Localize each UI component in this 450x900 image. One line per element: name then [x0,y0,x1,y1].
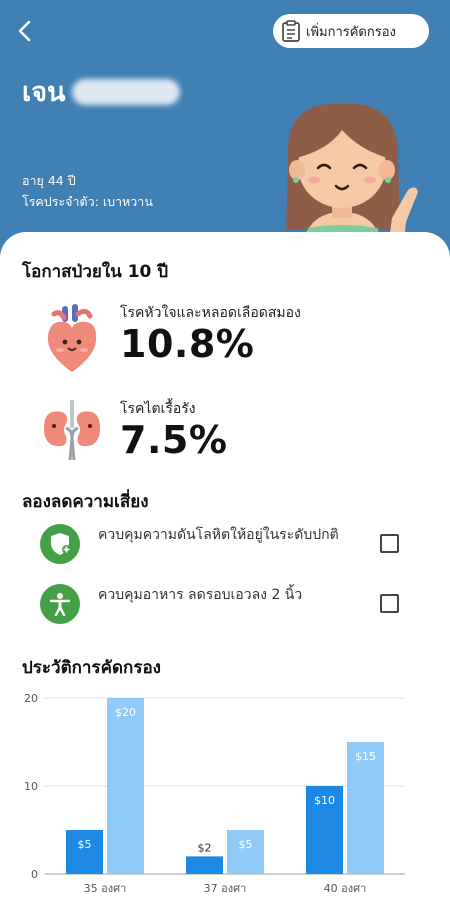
reduce-section-title: ลองลดความเสี่ยง [22,492,149,512]
action-item-blood-pressure[interactable]: ควบคุมความดันโลหิตให้อยู่ในระดับปกติ [40,524,420,574]
clipboard-icon [282,20,300,42]
history-section-title: ประวัติการคัดกรอง [22,658,161,678]
patient-meta: อายุ 44 ปี โรคประจำตัว: เบาหวาน [22,170,153,212]
profile-header: เพิ่มการคัดกรอง เจน อายุ 44 ปี โรคประจำต… [0,0,450,262]
risk-section-title: โอกาสป่วยใน 10 ปี [22,262,169,282]
bar-value-label: $20 [115,706,136,719]
risk-label: โรคไตเรื้อรัง [120,401,196,417]
bar-value-label: $15 [355,750,376,763]
bar-value-label: $2 [198,841,212,854]
risk-item-heart: โรคหัวใจและหลอดเลือดสมอง 10.8% [40,302,360,372]
shield-plus-icon [51,533,71,555]
screening-history-chart: 0 10 20 $5 $20 35 องศา $2 $5 37 องศา $10 $15 40 องศ… [24,692,405,895]
patient-age: อายุ 44 ปี [22,173,76,188]
risk-value: 10.8% [120,322,255,366]
action-text: ควบคุมอาหาร ลดรอบเอวลง 2 นิ้ว [98,587,303,603]
person-icon [49,593,71,616]
risk-item-kidney: โรคไตเรื้อรัง 7.5% [40,398,360,468]
y-tick-label: 0 [31,868,38,881]
risk-label: โรคหัวใจและหลอดเลือดสมอง [120,305,301,321]
y-tick-label: 20 [24,692,38,705]
add-screening-button[interactable]: เพิ่มการคัดกรอง [273,14,429,48]
kidney-icon [44,400,100,461]
redacted-surname [71,78,180,105]
bar-value-label: $5 [78,838,92,851]
patient-condition: โรคประจำตัว: เบาหวาน [22,194,153,209]
patient-name: เจน [22,77,66,108]
bar [107,698,144,874]
y-tick-label: 10 [24,780,38,793]
action-checkbox[interactable] [380,594,399,613]
action-text: ควบคุมความดันโลหิตให้อยู่ในระดับปกติ [98,527,339,543]
bar [66,830,103,874]
x-tick-label: 40 องศา [324,882,367,895]
heart-icon [47,304,97,372]
action-item-diet[interactable]: ควบคุมอาหาร ลดรอบเอวลง 2 นิ้ว [40,584,420,634]
bar [227,830,264,874]
x-tick-label: 35 องศา [84,882,127,895]
add-screening-label: เพิ่มการคัดกรอง [306,24,396,40]
bar-value-label: $5 [239,838,253,851]
x-tick-label: 37 องศา [204,882,247,895]
patient-name-row: เจน [22,70,180,113]
back-button[interactable] [12,16,40,46]
bar [186,856,223,874]
action-icon-bg [40,584,80,624]
chevron-left-icon [18,20,31,42]
action-checkbox[interactable] [380,534,399,553]
risk-value: 7.5% [120,418,228,462]
action-icon-bg [40,524,80,564]
bar-value-label: $10 [314,794,335,807]
